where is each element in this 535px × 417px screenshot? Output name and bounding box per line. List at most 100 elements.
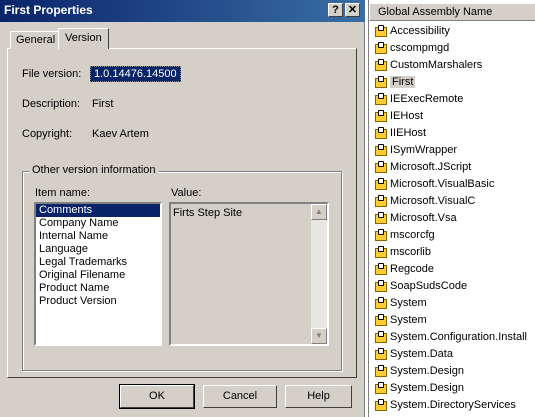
assembly-item[interactable]: System <box>375 295 527 312</box>
assembly-icon <box>375 212 388 224</box>
assembly-item[interactable]: mscorcfg <box>375 227 527 244</box>
assembly-name: cscompmgd <box>390 42 450 54</box>
column-header-global-assembly-name[interactable]: Global Assembly Name <box>369 3 535 21</box>
assembly-name: Regcode <box>390 263 435 275</box>
assembly-item[interactable]: cscompmgd <box>375 40 527 57</box>
assembly-item[interactable]: First <box>375 74 527 91</box>
item-name-label: Item name: <box>35 187 91 199</box>
item-name-list[interactable]: Comments Company Name Internal Name Lang… <box>34 202 162 346</box>
copyright-label: Copyright: <box>22 128 73 140</box>
value-scrollbar[interactable]: ▲ ▼ <box>311 204 327 344</box>
list-item[interactable]: Company Name <box>36 217 160 230</box>
assembly-item[interactable]: ISymWrapper <box>375 142 527 159</box>
assembly-item[interactable]: Microsoft.VisualBasic <box>375 176 527 193</box>
list-item[interactable]: Product Version <box>36 295 160 308</box>
assembly-item[interactable]: Microsoft.VisualC <box>375 193 527 210</box>
assembly-item[interactable]: Microsoft.Vsa <box>375 210 527 227</box>
assembly-item[interactable]: System.Design <box>375 363 527 380</box>
assembly-icon <box>375 127 388 139</box>
assembly-name: Accessibility <box>390 25 450 37</box>
file-version-label: File version: <box>22 68 82 80</box>
assembly-icon <box>375 280 388 292</box>
help-title-button[interactable]: ? <box>328 3 343 17</box>
list-item[interactable]: Comments <box>36 204 160 217</box>
assembly-icon <box>375 365 388 377</box>
assembly-name: System.Design <box>390 365 464 377</box>
assembly-item[interactable]: Regcode <box>375 261 527 278</box>
assembly-name: System.Data <box>390 348 453 360</box>
assembly-name: System.Design <box>390 382 464 394</box>
assembly-icon <box>375 161 388 173</box>
assembly-icon <box>375 229 388 241</box>
assembly-name: Microsoft.VisualBasic <box>390 178 495 190</box>
assembly-name: System.Configuration.Install <box>390 331 527 343</box>
assembly-icon <box>375 399 388 411</box>
assembly-icon <box>375 59 388 71</box>
assembly-icon <box>375 93 388 105</box>
assembly-icon <box>375 25 388 37</box>
assembly-icon <box>375 314 388 326</box>
assembly-name: System.DirectoryServices <box>390 399 516 411</box>
list-item[interactable]: Legal Trademarks <box>36 256 160 269</box>
assembly-item[interactable]: System.DirectoryServices <box>375 397 527 414</box>
copyright-value[interactable]: Kaev Artem <box>92 128 149 140</box>
dialog-title: First Properties <box>4 3 93 17</box>
assembly-item[interactable]: IEHost <box>375 108 527 125</box>
assembly-name: IIEHost <box>390 127 427 139</box>
ok-button[interactable]: OK <box>119 384 195 409</box>
tab-general[interactable]: General <box>10 31 62 49</box>
cancel-button[interactable]: Cancel <box>203 385 277 408</box>
assembly-item[interactable]: System <box>375 312 527 329</box>
assembly-list[interactable]: Accessibility cscompmgd CustomMarshalers Fi… <box>375 23 527 414</box>
help-button[interactable]: Help <box>285 385 352 408</box>
assembly-icon <box>375 195 388 207</box>
assembly-icon <box>375 178 388 190</box>
value-label: Value: <box>171 187 202 199</box>
list-item[interactable]: Internal Name <box>36 230 160 243</box>
assembly-name: mscorlib <box>390 246 431 258</box>
assembly-name: ISymWrapper <box>390 144 458 156</box>
assembly-name: IEExecRemote <box>390 93 464 105</box>
assembly-item[interactable]: SoapSudsCode <box>375 278 527 295</box>
file-version-value[interactable]: 1.0.14476.14500 <box>90 66 181 82</box>
close-icon[interactable]: ✕ <box>345 3 360 17</box>
assembly-name: IEHost <box>390 110 424 122</box>
assembly-icon <box>375 297 388 309</box>
assembly-item[interactable]: Accessibility <box>375 23 527 40</box>
tab-version[interactable]: Version <box>58 28 109 49</box>
assembly-item[interactable]: IEExecRemote <box>375 91 527 108</box>
title-bar: First Properties ? ✕ <box>0 0 365 22</box>
assembly-item[interactable]: mscorlib <box>375 244 527 261</box>
assembly-item[interactable]: System.Data <box>375 346 527 363</box>
assembly-name: mscorcfg <box>390 229 435 241</box>
assembly-icon <box>375 246 388 258</box>
assembly-item[interactable]: System.Configuration.Install <box>375 329 527 346</box>
assembly-item[interactable]: IIEHost <box>375 125 527 142</box>
assembly-name: Microsoft.JScript <box>390 161 472 173</box>
properties-dialog: First Properties ? ✕ General Version Fil… <box>0 0 365 417</box>
assembly-item[interactable]: CustomMarshalers <box>375 57 527 74</box>
assembly-name: System <box>390 314 427 326</box>
assembly-name: SoapSudsCode <box>390 280 468 292</box>
assembly-list-pane: Global Assembly Name Accessibility cscomp… <box>368 0 535 417</box>
assembly-icon <box>375 144 388 156</box>
description-label: Description: <box>22 98 81 110</box>
assembly-icon <box>375 331 388 343</box>
list-item[interactable]: Product Name <box>36 282 160 295</box>
assembly-icon <box>375 348 388 360</box>
scroll-up-arrow-icon[interactable]: ▲ <box>311 204 327 220</box>
description-value[interactable]: First <box>92 98 113 110</box>
value-text: Firts Step Site <box>173 207 243 219</box>
assembly-icon <box>375 382 388 394</box>
scroll-down-arrow-icon[interactable]: ▼ <box>311 328 327 344</box>
list-item[interactable]: Language <box>36 243 160 256</box>
assembly-item[interactable]: System.Design <box>375 380 527 397</box>
assembly-name: First <box>390 76 416 88</box>
assembly-icon <box>375 110 388 122</box>
group-title: Other version information <box>29 164 159 176</box>
list-item[interactable]: Original Filename <box>36 269 160 282</box>
assembly-item[interactable]: Microsoft.JScript <box>375 159 527 176</box>
assembly-name: System <box>390 297 427 309</box>
assembly-icon <box>375 42 388 54</box>
value-textbox[interactable]: Firts Step Site ▲ ▼ <box>169 202 329 346</box>
